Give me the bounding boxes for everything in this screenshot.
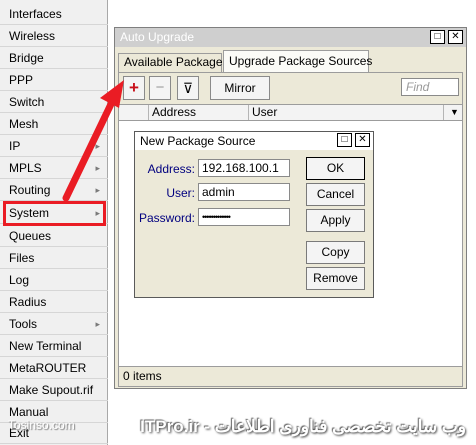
- annotation-arrow: [62, 80, 124, 202]
- watermark-text: ITPro.ir - وب سایت تخصصی فناوری اطلاعات: [140, 417, 466, 436]
- footer-bar: Tosinso.com ITPro.ir - وب سایت تخصصی فنا…: [0, 405, 476, 445]
- footer-site-text: Tosinso.com: [8, 418, 75, 432]
